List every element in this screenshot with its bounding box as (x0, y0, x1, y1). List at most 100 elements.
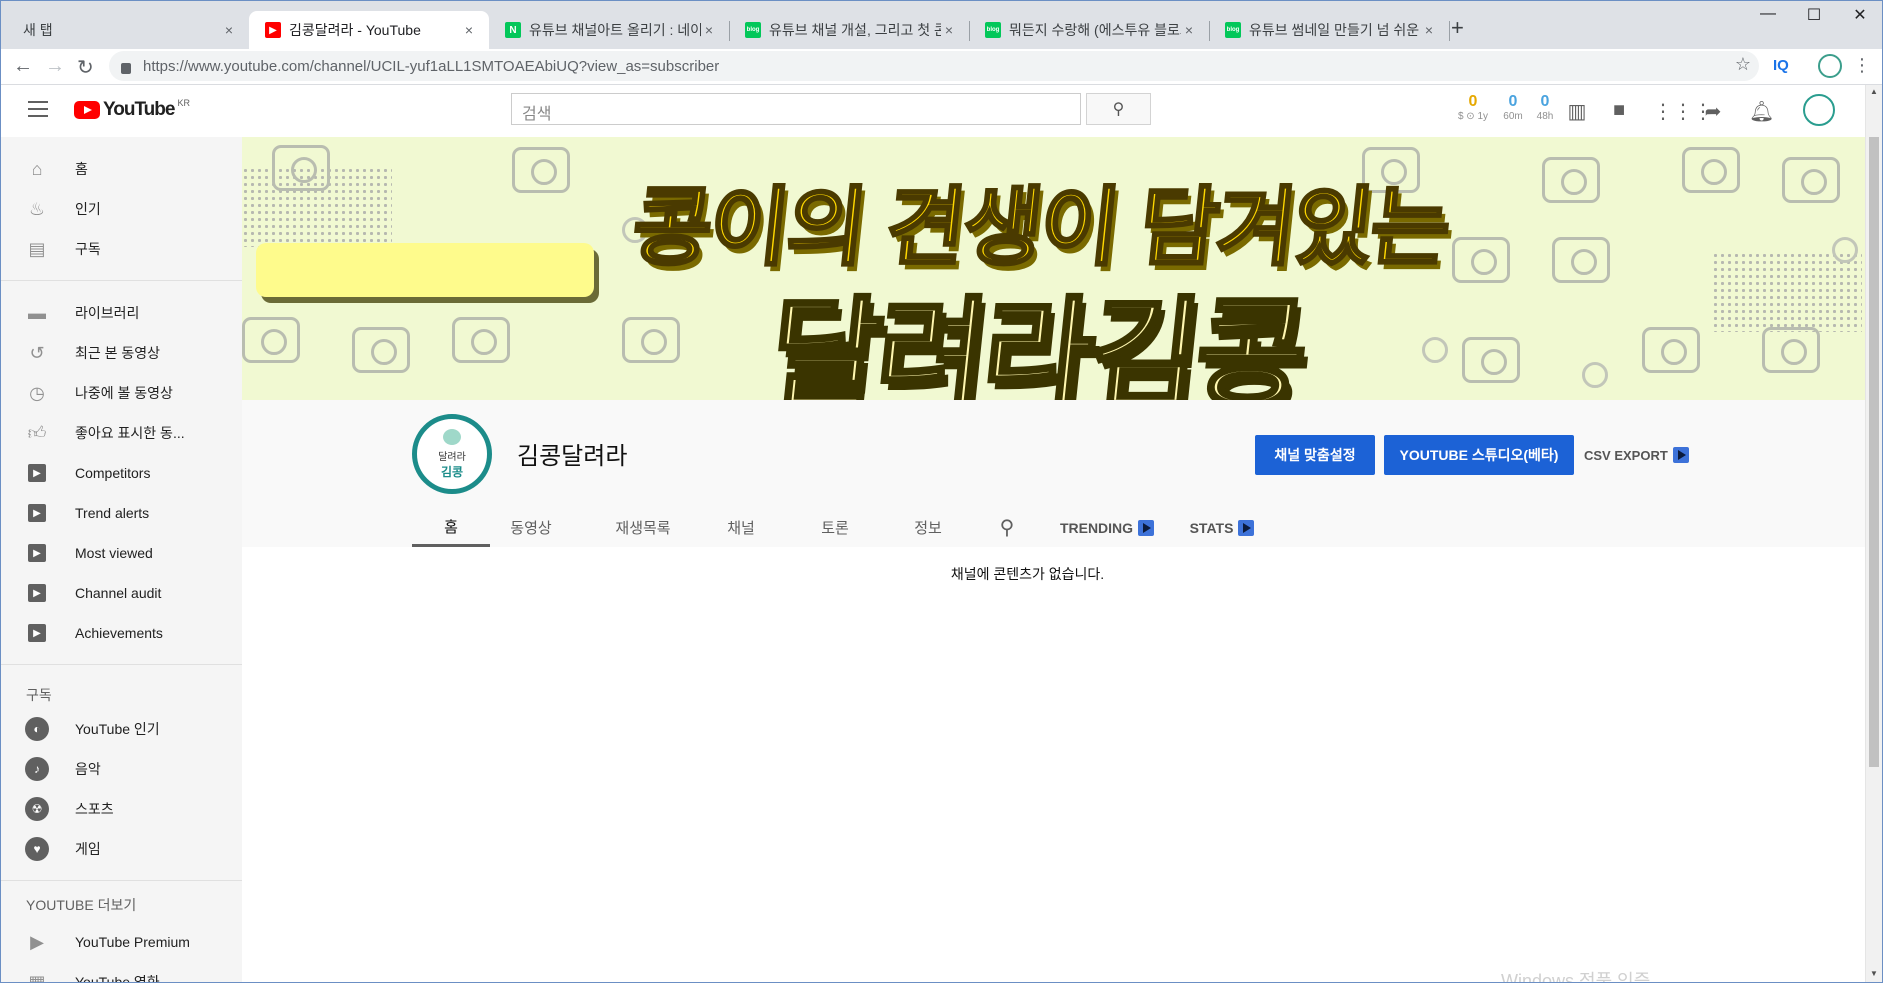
banner-ring (1422, 337, 1448, 363)
tab-playlists[interactable]: 재생목록 (598, 508, 688, 547)
messages-icon[interactable]: ➦ (1701, 99, 1725, 124)
sidebar-item-subscriptions[interactable]: ▤ 구독 (1, 229, 242, 269)
sidebar-item-most-viewed[interactable]: ▶ Most viewed (1, 533, 242, 573)
scrollbar-thumb[interactable] (1869, 137, 1879, 767)
tab-title: 새 탭 (23, 22, 53, 38)
hamburger-menu-icon[interactable] (28, 101, 48, 122)
youtube-logo[interactable]: YouTube KR (74, 98, 190, 121)
customize-channel-button[interactable]: 채널 맞춤설정 (1255, 435, 1375, 475)
sidebar-item-youtube-trending[interactable]: ◐ YouTube 인기 (1, 709, 242, 749)
tab-videos[interactable]: 동영상 (492, 508, 570, 547)
banner-dot-pattern (1712, 252, 1862, 332)
vidiq-stat-48h: 0 48h (1529, 93, 1561, 122)
channel-search-icon[interactable]: ⚲ (990, 508, 1024, 547)
sidebar-item-label: 구독 (75, 241, 101, 257)
blog-icon: blog (745, 22, 761, 38)
scroll-down-arrow-icon[interactable]: ▼ (1870, 969, 1878, 978)
sidebar-item-liked-videos[interactable]: 👍︎ 좋아요 표시한 동... (1, 413, 242, 453)
close-icon[interactable]: × (221, 22, 237, 38)
sidebar-item-label: 게임 (75, 841, 101, 857)
sidebar-item-label: 나중에 볼 동영상 (75, 385, 173, 401)
tab-channels[interactable]: 채널 (702, 508, 780, 547)
sidebar-item-youtube-movies[interactable]: ▦ YouTube 영화 (1, 962, 242, 983)
tab-blog-2[interactable]: blog 뭐든지 수랑해 (에스투유 블로그 × (969, 11, 1210, 49)
scroll-up-arrow-icon[interactable]: ▲ (1870, 87, 1878, 96)
tab-discussion[interactable]: 토론 (796, 508, 874, 547)
tab-blog-3[interactable]: blog 유튜브 썸네일 만들기 넘 쉬운 방 × (1209, 11, 1450, 49)
menu-dots-icon[interactable]: ⋮ (1853, 55, 1871, 76)
tab-blog-1[interactable]: blog 유튜브 채널 개설, 그리고 첫 콘텐 × (729, 11, 970, 49)
sidebar-item-trend-alerts[interactable]: ▶ Trend alerts (1, 493, 242, 533)
sidebar-item-channel-audit[interactable]: ▶ Channel audit (1, 573, 242, 613)
account-avatar[interactable] (1803, 94, 1835, 126)
sidebar-item-label: YouTube 인기 (75, 721, 160, 737)
vidiq-icon: ▶ (28, 504, 46, 522)
sidebar-item-label: 홈 (75, 161, 88, 177)
stat-value: 0 (1468, 93, 1478, 110)
apps-grid-icon[interactable]: ⋮⋮⋮ (1653, 99, 1713, 124)
tab-trending[interactable]: TRENDING (1057, 508, 1157, 547)
bar-chart-icon[interactable]: ▥ (1565, 99, 1589, 124)
close-icon[interactable]: × (461, 22, 477, 38)
close-icon[interactable]: × (1421, 22, 1437, 38)
channel-avatar[interactable]: 달려라 김콩 (412, 414, 492, 494)
maximize-icon[interactable]: ☐ (1791, 5, 1837, 25)
notifications-bell-icon[interactable]: 🔔︎ (1749, 99, 1774, 124)
sidebar-item-label: 좋아요 표시한 동... (75, 425, 185, 441)
window-close-icon[interactable]: ✕ (1837, 5, 1882, 25)
vidiq-stat-60m: 0 60m (1497, 93, 1529, 122)
sidebar-item-home[interactable]: ⌂ 홈 (1, 149, 242, 189)
reload-icon[interactable]: ↻ (77, 55, 94, 80)
home-icon: ⌂ (31, 158, 43, 179)
camera-icon (1682, 147, 1740, 193)
sidebar-item-label: YouTube Premium (75, 934, 190, 950)
sidebar-item-gaming[interactable]: ♥ 게임 (1, 829, 242, 869)
close-icon[interactable]: × (1181, 22, 1197, 38)
tab-home[interactable]: 홈 (412, 508, 490, 547)
search-input[interactable]: 검색 (511, 93, 1081, 125)
youtube-icon: ▶ (265, 22, 281, 38)
create-video-icon[interactable]: ■ (1607, 99, 1631, 122)
back-arrow-icon[interactable]: ← (13, 55, 33, 78)
sidebar-item-library[interactable]: ▬ 라이브러리 (1, 293, 242, 333)
channel-name: 김콩달려라 (517, 443, 628, 470)
profile-avatar[interactable] (1818, 54, 1842, 78)
close-icon[interactable]: × (701, 22, 717, 38)
sidebar-item-label: Competitors (75, 465, 151, 481)
new-tab-button[interactable]: + (1451, 15, 1464, 41)
banner-title: 달려라김콩 (762, 286, 1312, 400)
sidebar-item-label: Trend alerts (75, 505, 150, 521)
sidebar-item-music[interactable]: ♪ 음악 (1, 749, 242, 789)
browser-window: 새 탭 × ▶ 김콩달려라 - YouTube × N 유튜브 채널아트 올리기… (0, 0, 1883, 983)
camera-icon (622, 317, 680, 363)
tab-about[interactable]: 정보 (889, 508, 967, 547)
windows-activation-watermark: Windows 정품 인증 (1501, 971, 1651, 983)
bookmark-star-icon[interactable]: ☆ (1735, 54, 1751, 75)
forward-arrow-icon[interactable]: → (45, 55, 65, 78)
vidiq-extension-icon[interactable]: IQ (1773, 57, 1789, 74)
vidiq-icon: ▶ (28, 544, 46, 562)
sidebar-item-trending[interactable]: ♨ 인기 (1, 189, 242, 229)
close-icon[interactable]: × (941, 22, 957, 38)
csv-export-button[interactable]: CSV EXPORT (1584, 447, 1689, 463)
youtube-studio-button[interactable]: YOUTUBE 스튜디오(베타) (1384, 435, 1574, 475)
folder-icon: ▬ (28, 302, 46, 323)
sidebar-item-youtube-premium[interactable]: ▶ YouTube Premium (1, 922, 242, 962)
tab-naver[interactable]: N 유튜브 채널아트 올리기 : 네이버 × (489, 11, 730, 49)
sports-icon: ☢ (25, 797, 49, 821)
sidebar-item-watch-later[interactable]: ◷ 나중에 볼 동영상 (1, 373, 242, 413)
sidebar-item-competitors[interactable]: ▶ Competitors (1, 453, 242, 493)
minimize-icon[interactable]: — (1745, 5, 1791, 23)
search-button[interactable]: ⚲ (1086, 93, 1151, 125)
page-scrollbar[interactable]: ▲ ▼ (1865, 85, 1882, 982)
address-bar[interactable]: https://www.youtube.com/channel/UCIL-yuf… (109, 51, 1759, 81)
tab-title: 김콩달려라 - YouTube (289, 22, 421, 38)
sidebar-item-history[interactable]: ↺ 최근 본 동영상 (1, 333, 242, 373)
tab-youtube-channel[interactable]: ▶ 김콩달려라 - YouTube × (249, 11, 489, 49)
tab-new-tab[interactable]: 새 탭 × (7, 11, 250, 49)
tab-stats[interactable]: STATS (1182, 508, 1262, 547)
sidebar-item-sports[interactable]: ☢ 스포츠 (1, 789, 242, 829)
clock-icon: ◷ (29, 382, 45, 403)
stat-label: $ ⊙ 1y (1457, 111, 1489, 122)
sidebar-item-achievements[interactable]: ▶ Achievements (1, 613, 242, 653)
